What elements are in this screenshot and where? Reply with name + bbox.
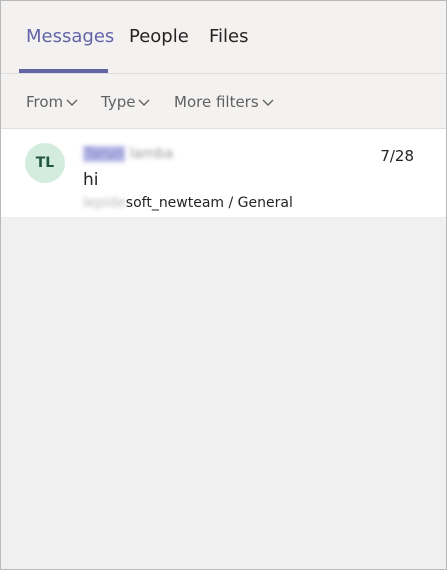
filter-from-label: From — [26, 93, 64, 111]
tab-files[interactable]: Files — [209, 26, 249, 47]
tab-messages[interactable]: Messages — [26, 26, 114, 47]
filter-bar: From Type More filters — [1, 74, 446, 129]
tab-people[interactable]: People — [129, 26, 189, 47]
chevron-down-icon — [138, 99, 150, 106]
filter-more-label: More filters — [174, 93, 259, 111]
team-channel-path: soft_newteam / General — [125, 195, 293, 211]
chevron-down-icon — [262, 99, 274, 106]
message-text: hi — [83, 170, 99, 190]
message-result-item[interactable]: TL Tarun lamba 7/28 hi lepidesoft_newtea… — [1, 129, 446, 218]
filter-type[interactable]: Type — [101, 93, 150, 111]
sender-first-name: Tarun — [83, 146, 126, 162]
sender-last-name: lamba — [129, 146, 174, 162]
channel-location: lepidesoft_newteam / General — [83, 195, 293, 211]
chevron-down-icon — [66, 99, 78, 106]
active-tab-indicator — [19, 69, 108, 73]
search-results-panel: Messages People Files From Type More fil… — [0, 0, 447, 570]
filter-more[interactable]: More filters — [174, 93, 274, 111]
sender-name: Tarun lamba — [83, 146, 173, 162]
team-name-redacted: lepide — [83, 195, 126, 211]
filter-type-label: Type — [101, 93, 136, 111]
tab-bar: Messages People Files — [1, 1, 446, 74]
message-date: 7/28 — [380, 147, 414, 165]
avatar[interactable]: TL — [25, 143, 65, 183]
filter-from[interactable]: From — [26, 93, 78, 111]
